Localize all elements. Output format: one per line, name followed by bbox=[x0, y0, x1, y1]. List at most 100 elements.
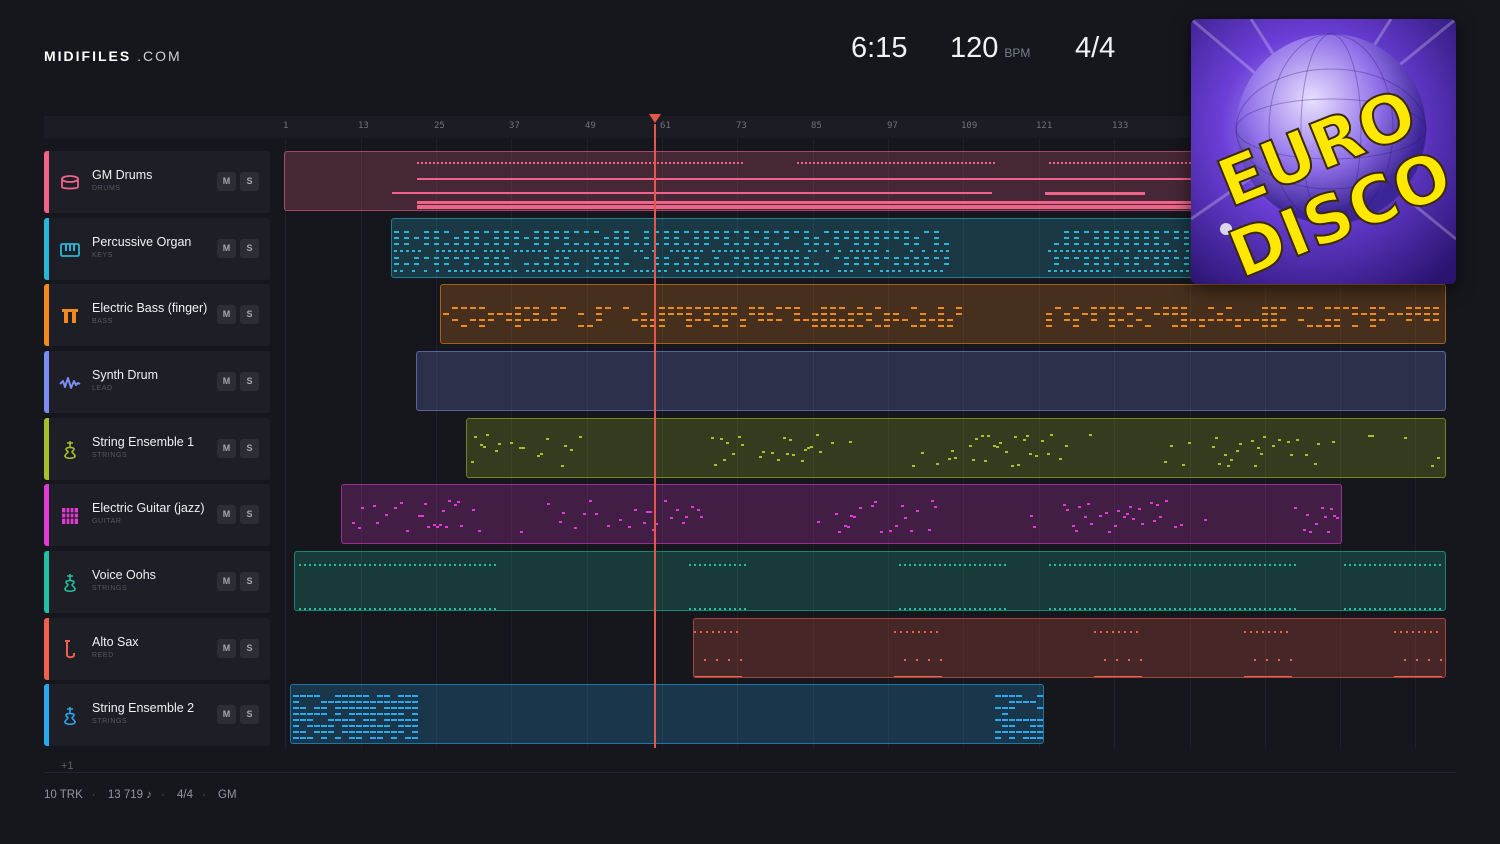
clip-region[interactable] bbox=[440, 284, 1446, 344]
track-category: BASS bbox=[92, 318, 114, 325]
solo-button[interactable]: S bbox=[240, 305, 259, 324]
track-header-percussive-organ[interactable]: Percussive Organ KEYS M S bbox=[44, 218, 270, 280]
mute-button[interactable]: M bbox=[217, 239, 236, 258]
mute-button[interactable]: M bbox=[217, 372, 236, 391]
note-pattern bbox=[471, 434, 1440, 467]
grid-line bbox=[285, 138, 286, 748]
track-header-synth-drum[interactable]: Synth Drum LEAD M S bbox=[44, 351, 270, 413]
track-header-electric-guitar[interactable]: Electric Guitar (jazz) GUITAR M S bbox=[44, 484, 270, 546]
mute-button[interactable]: M bbox=[217, 439, 236, 458]
solo-button[interactable]: S bbox=[240, 639, 259, 658]
solo-button[interactable]: S bbox=[240, 572, 259, 591]
solo-button[interactable]: S bbox=[240, 505, 259, 524]
tempo-value: 120 bbox=[950, 32, 999, 64]
clip-region[interactable] bbox=[294, 551, 1446, 611]
tempo-unit: BPM bbox=[1004, 46, 1031, 60]
disco-ball-artwork: EURO DISCO bbox=[1191, 19, 1456, 284]
mute-button[interactable]: M bbox=[217, 639, 236, 658]
mute-button[interactable]: M bbox=[217, 572, 236, 591]
duration-display: 6:15 bbox=[851, 32, 908, 64]
playhead-handle[interactable] bbox=[649, 114, 661, 123]
clip-region[interactable] bbox=[341, 484, 1342, 544]
track-category: REED bbox=[92, 652, 114, 659]
track-header-alto-sax[interactable]: Alto Sax REED M S bbox=[44, 618, 270, 680]
track-category: STRINGS bbox=[92, 718, 128, 725]
track-category: STRINGS bbox=[92, 585, 128, 592]
track-color-bar bbox=[44, 151, 49, 213]
bar-number: 25 bbox=[434, 121, 445, 131]
bar-number: 37 bbox=[509, 121, 520, 131]
track-color-bar bbox=[44, 418, 49, 480]
track-category: STRINGS bbox=[92, 452, 128, 459]
grid-line bbox=[361, 138, 362, 748]
midi-standard: GM bbox=[218, 789, 237, 801]
bar-number: 121 bbox=[1036, 121, 1053, 131]
track-header-string-ensemble-2[interactable]: String Ensemble 2 STRINGS M S bbox=[44, 684, 270, 746]
track-header-voice-oohs[interactable]: Voice Oohs STRINGS M S bbox=[44, 551, 270, 613]
clip-region[interactable] bbox=[290, 684, 1044, 744]
track-name: Electric Bass (finger) bbox=[92, 301, 208, 315]
mute-button[interactable]: M bbox=[217, 505, 236, 524]
track-header-electric-bass[interactable]: Electric Bass (finger) BASS M S bbox=[44, 284, 270, 346]
track-color-bar bbox=[44, 618, 49, 680]
violin-icon bbox=[64, 574, 76, 593]
track-name: Alto Sax bbox=[92, 635, 139, 649]
mute-button[interactable]: M bbox=[217, 305, 236, 324]
track-name: Voice Oohs bbox=[92, 568, 156, 582]
solo-button[interactable]: S bbox=[240, 239, 259, 258]
clip-region[interactable] bbox=[693, 618, 1446, 678]
add-track-button[interactable]: +1 bbox=[61, 760, 74, 772]
track-name: Percussive Organ bbox=[92, 235, 192, 249]
solo-button[interactable]: S bbox=[240, 372, 259, 391]
mute-button[interactable]: M bbox=[217, 172, 236, 191]
playhead[interactable] bbox=[654, 124, 656, 748]
track-name: Synth Drum bbox=[92, 368, 158, 382]
keyboard-icon bbox=[60, 243, 80, 257]
note-pattern bbox=[299, 564, 1441, 610]
track-category: DRUMS bbox=[92, 185, 121, 192]
track-color-bar bbox=[44, 218, 49, 280]
track-name: String Ensemble 1 bbox=[92, 435, 195, 449]
track-header-string-ensemble-1[interactable]: String Ensemble 1 STRINGS M S bbox=[44, 418, 270, 480]
footer-divider bbox=[44, 772, 1456, 773]
track-name: GM Drums bbox=[92, 168, 153, 182]
track-count: 10 TRK bbox=[44, 789, 83, 801]
note-pattern bbox=[293, 695, 1043, 739]
note-pattern bbox=[443, 307, 1439, 327]
track-category: LEAD bbox=[92, 385, 113, 392]
note-count: 13 719 ♪ bbox=[107, 789, 152, 801]
track-name: Electric Guitar (jazz) bbox=[92, 501, 205, 515]
track-header-gm-drums[interactable]: GM Drums DRUMS M S bbox=[44, 151, 270, 213]
track-color-bar bbox=[44, 351, 49, 413]
bar-number: 133 bbox=[1112, 121, 1129, 131]
saxophone-icon bbox=[65, 640, 75, 659]
time-signature-display: 4/4 bbox=[1075, 32, 1116, 64]
track-color-bar bbox=[44, 684, 49, 746]
clip-region[interactable] bbox=[466, 418, 1446, 478]
note-pattern bbox=[694, 631, 1442, 677]
track-color-bar bbox=[44, 284, 49, 346]
bar-number: 49 bbox=[585, 121, 596, 131]
track-category: KEYS bbox=[92, 252, 114, 259]
solo-button[interactable]: S bbox=[240, 172, 259, 191]
site-logo[interactable]: MIDIFILES .COM bbox=[44, 48, 182, 64]
album-cover: EURO DISCO bbox=[1191, 19, 1456, 284]
bass-amp-icon bbox=[62, 309, 78, 323]
status-bar: 10 TRK · 13 719 ♪ · 4/4 · GM bbox=[44, 789, 237, 801]
track-color-bar bbox=[44, 551, 49, 613]
mute-button[interactable]: M bbox=[217, 705, 236, 724]
clip-region[interactable] bbox=[416, 351, 1446, 411]
track-category: GUITAR bbox=[92, 518, 122, 525]
note-pattern bbox=[352, 500, 1339, 533]
note-pattern bbox=[417, 352, 1446, 411]
bar-number: 13 bbox=[358, 121, 369, 131]
solo-button[interactable]: S bbox=[240, 439, 259, 458]
drum-icon bbox=[61, 175, 79, 190]
bar-number: 1 bbox=[283, 121, 289, 131]
bar-number: 85 bbox=[811, 121, 822, 131]
solo-button[interactable]: S bbox=[240, 705, 259, 724]
violin-icon bbox=[64, 707, 76, 726]
waveform-icon bbox=[59, 377, 81, 389]
meter: 4/4 bbox=[177, 789, 193, 801]
violin-icon bbox=[64, 441, 76, 460]
